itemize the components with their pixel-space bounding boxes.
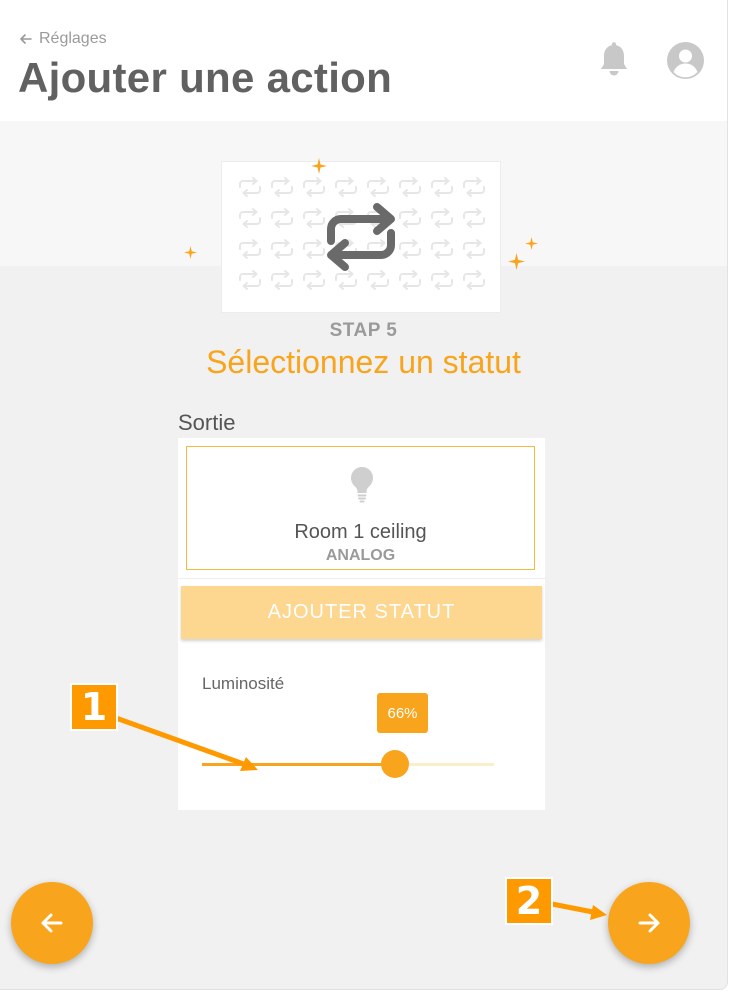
callout-marker-1: 1 bbox=[70, 683, 118, 731]
app-window: Réglages Ajouter une action STAP 5 Sélec… bbox=[0, 0, 728, 990]
callout-pointers bbox=[113, 715, 607, 920]
callout-marker-2: 2 bbox=[505, 877, 553, 925]
